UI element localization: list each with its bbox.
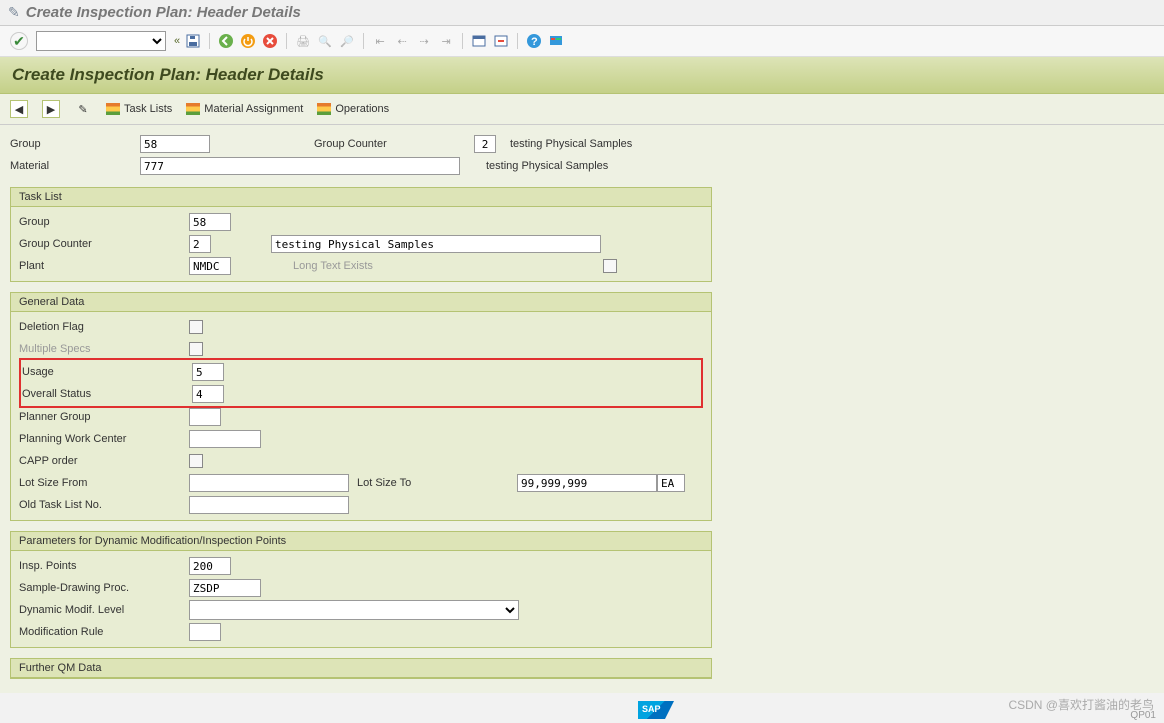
deletion-flag-label: Deletion Flag bbox=[19, 321, 189, 333]
params-title: Parameters for Dynamic Modification/Insp… bbox=[11, 532, 711, 551]
edit-icon[interactable]: ✎ bbox=[74, 100, 92, 118]
layout-icon[interactable] bbox=[547, 32, 565, 50]
chart-icon bbox=[106, 103, 120, 115]
chart-icon bbox=[186, 103, 200, 115]
tl-longtext-label: Long Text Exists bbox=[293, 260, 373, 272]
tl-longtext-checkbox bbox=[603, 259, 617, 273]
group-counter-input[interactable] bbox=[474, 135, 496, 153]
next-page-icon: ⇢ bbox=[415, 32, 433, 50]
help-icon[interactable]: ? bbox=[525, 32, 543, 50]
nav-task-lists[interactable]: Task Lists bbox=[106, 103, 172, 115]
tl-gc-input[interactable] bbox=[189, 235, 211, 253]
usage-label: Usage bbox=[22, 366, 192, 378]
print-icon: 🖨 bbox=[294, 32, 312, 50]
shortcut-icon[interactable] bbox=[492, 32, 510, 50]
find-icon: 🔍 bbox=[316, 32, 334, 50]
further-qm-group: Further QM Data bbox=[10, 658, 712, 679]
nav-material-assignment[interactable]: Material Assignment bbox=[186, 103, 303, 115]
old-task-label: Old Task List No. bbox=[19, 499, 189, 511]
sdp-label: Sample-Drawing Proc. bbox=[19, 582, 189, 594]
deletion-flag-checkbox[interactable] bbox=[189, 320, 203, 334]
insp-points-input[interactable] bbox=[189, 557, 231, 575]
usage-input[interactable] bbox=[192, 363, 224, 381]
mod-rule-input[interactable] bbox=[189, 623, 221, 641]
prev-page-icon: ⇠ bbox=[393, 32, 411, 50]
sap-logo bbox=[638, 701, 674, 719]
group-counter-text: testing Physical Samples bbox=[510, 138, 632, 150]
command-field[interactable] bbox=[36, 31, 166, 51]
main-area: Create Inspection Plan: Header Details ◀… bbox=[0, 57, 1164, 693]
nav-next-icon[interactable]: ▶ bbox=[42, 100, 60, 118]
history-back-icon[interactable]: « bbox=[174, 35, 180, 47]
new-session-icon[interactable] bbox=[470, 32, 488, 50]
capp-label: CAPP order bbox=[19, 455, 189, 467]
material-text: testing Physical Samples bbox=[486, 160, 608, 172]
capp-checkbox[interactable] bbox=[189, 454, 203, 468]
params-group: Parameters for Dynamic Modification/Insp… bbox=[10, 531, 712, 648]
pwc-label: Planning Work Center bbox=[19, 433, 189, 445]
sdp-input[interactable] bbox=[189, 579, 261, 597]
tl-plant-label: Plant bbox=[19, 260, 189, 272]
overall-status-input[interactable] bbox=[192, 385, 224, 403]
tl-gc-label: Group Counter bbox=[19, 238, 189, 250]
overall-status-label: Overall Status bbox=[22, 388, 192, 400]
tl-group-label: Group bbox=[19, 216, 189, 228]
lot-unit-input[interactable] bbox=[657, 474, 685, 492]
tcode-label: QP01 bbox=[1130, 710, 1156, 721]
nav-operations[interactable]: Operations bbox=[317, 103, 389, 115]
tl-group-input[interactable] bbox=[189, 213, 231, 231]
find-next-icon: 🔎 bbox=[338, 32, 356, 50]
dml-label: Dynamic Modif. Level bbox=[19, 604, 189, 616]
general-data-group: General Data Deletion Flag Multiple Spec… bbox=[10, 292, 712, 521]
document-icon: ✎ bbox=[8, 4, 20, 21]
lot-from-label: Lot Size From bbox=[19, 477, 189, 489]
save-icon[interactable] bbox=[184, 32, 202, 50]
window-title: Create Inspection Plan: Header Details bbox=[26, 4, 301, 21]
tl-gc-desc[interactable] bbox=[271, 235, 601, 253]
old-task-input[interactable] bbox=[189, 496, 349, 514]
pwc-input[interactable] bbox=[189, 430, 261, 448]
general-title: General Data bbox=[11, 293, 711, 312]
task-list-title: Task List bbox=[11, 188, 711, 207]
main-toolbar: ✔ « 🖨 🔍 🔎 ⇤ ⇠ ⇢ ⇥ ? bbox=[0, 26, 1164, 57]
material-input[interactable] bbox=[140, 157, 460, 175]
svg-text:?: ? bbox=[531, 36, 538, 48]
group-input[interactable] bbox=[140, 135, 210, 153]
further-qm-title: Further QM Data bbox=[11, 659, 711, 678]
back-icon[interactable] bbox=[217, 32, 235, 50]
cancel-icon[interactable] bbox=[261, 32, 279, 50]
multiple-specs-label: Multiple Specs bbox=[19, 343, 189, 355]
task-list-group: Task List Group Group Counter Plant Long … bbox=[10, 187, 712, 282]
group-label: Group bbox=[10, 138, 140, 150]
material-label: Material bbox=[10, 160, 140, 172]
lot-to-input[interactable] bbox=[517, 474, 657, 492]
window-titlebar: ✎ Create Inspection Plan: Header Details bbox=[0, 0, 1164, 26]
nav-prev-icon[interactable]: ◀ bbox=[10, 100, 28, 118]
nav-bar: ◀ ▶ ✎ Task Lists Material Assignment Ope… bbox=[0, 94, 1164, 125]
dml-select[interactable] bbox=[189, 600, 519, 620]
planner-group-label: Planner Group bbox=[19, 411, 189, 423]
first-page-icon: ⇤ bbox=[371, 32, 389, 50]
exit-icon[interactable] bbox=[239, 32, 257, 50]
lot-from-input[interactable] bbox=[189, 474, 349, 492]
highlight-annotation: Usage Overall Status bbox=[19, 358, 703, 408]
chart-icon bbox=[317, 103, 331, 115]
multiple-specs-checkbox bbox=[189, 342, 203, 356]
tl-plant-input[interactable] bbox=[189, 257, 231, 275]
mod-rule-label: Modification Rule bbox=[19, 626, 189, 638]
enter-icon[interactable]: ✔ bbox=[10, 32, 28, 50]
group-counter-label: Group Counter bbox=[314, 138, 474, 150]
last-page-icon: ⇥ bbox=[437, 32, 455, 50]
insp-points-label: Insp. Points bbox=[19, 560, 189, 572]
planner-group-input[interactable] bbox=[189, 408, 221, 426]
page-title: Create Inspection Plan: Header Details bbox=[0, 57, 1164, 94]
lot-to-label: Lot Size To bbox=[357, 477, 517, 489]
